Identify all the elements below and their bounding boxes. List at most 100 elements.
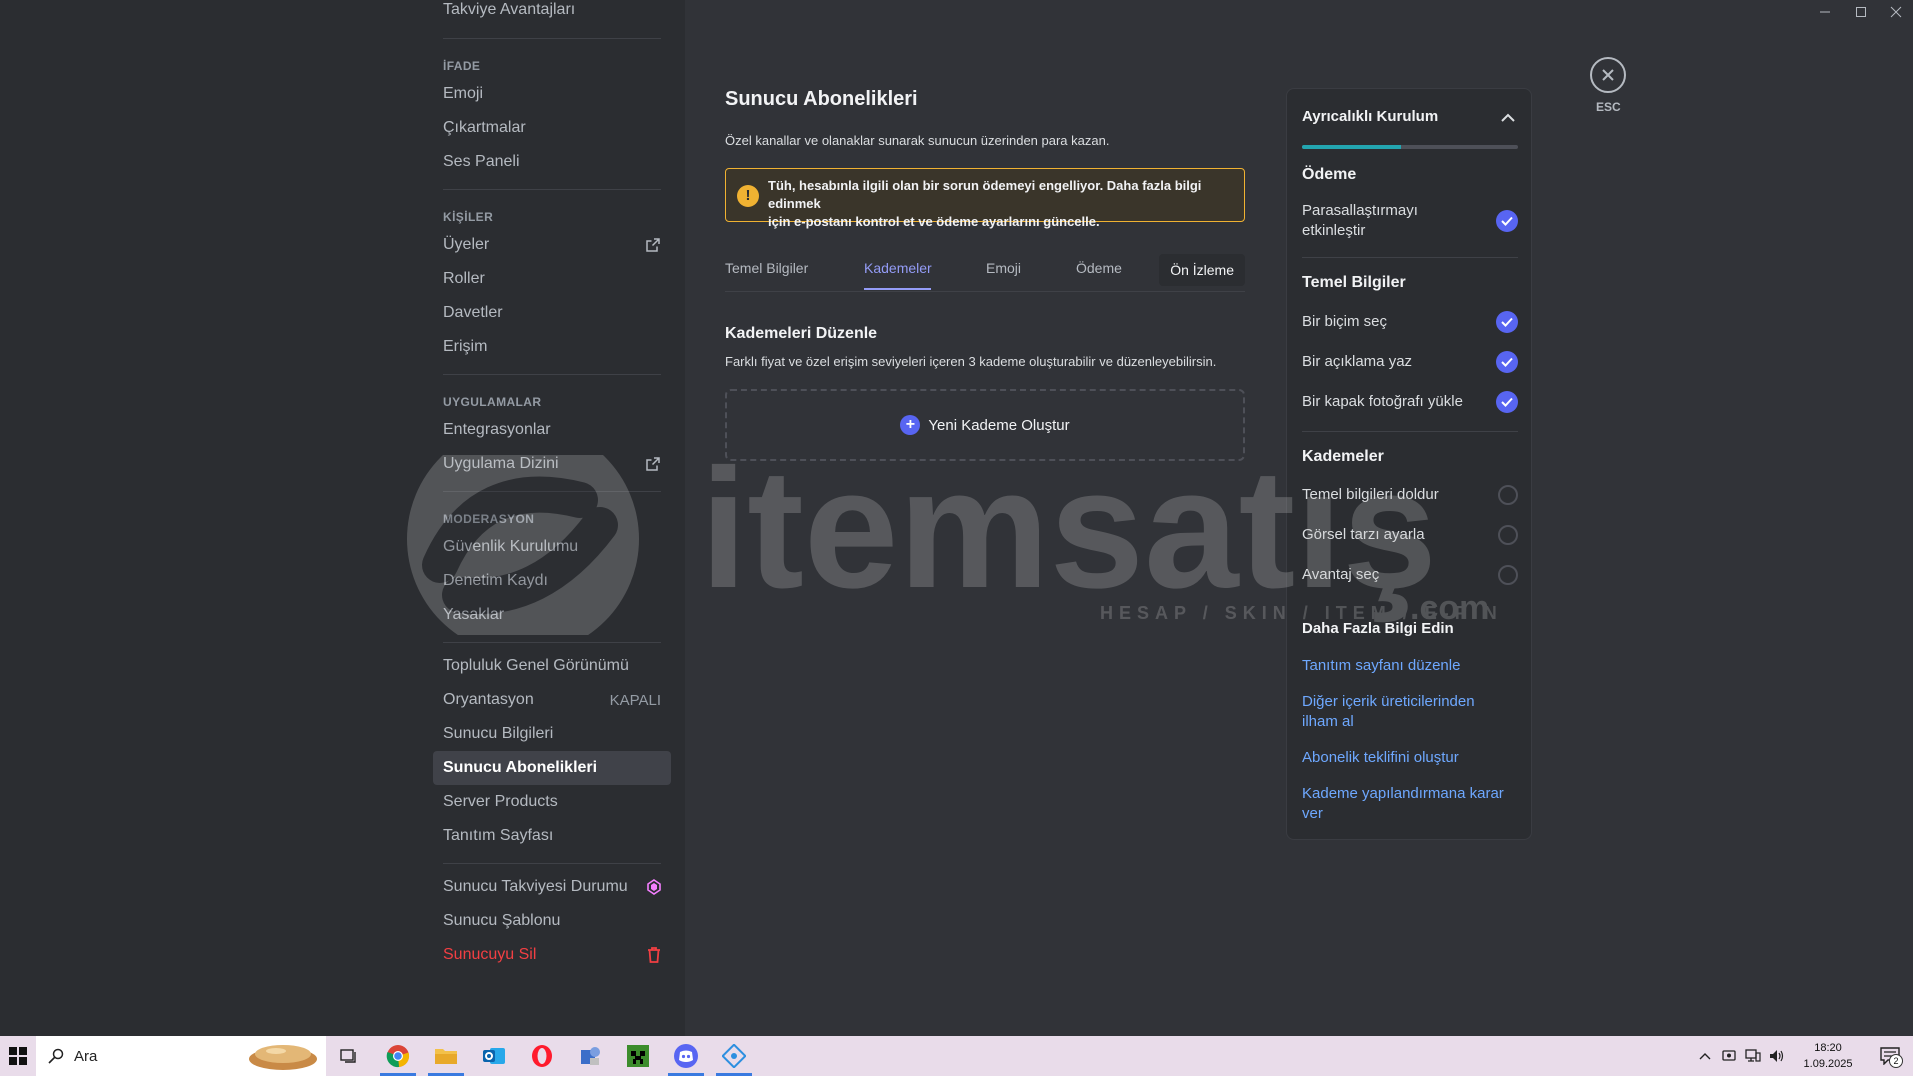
sidebar-item-safety-setup[interactable]: Güvenlik Kurulumu bbox=[433, 530, 671, 564]
checklist-item[interactable]: Görsel tarzı ayarla bbox=[1302, 525, 1518, 545]
tab-basics[interactable]: Temel Bilgiler bbox=[725, 260, 808, 276]
warning-text-line: Tüh, hesabınla ilgili olan bir sorun öde… bbox=[768, 178, 1202, 211]
sidebar-item-access[interactable]: Erişim bbox=[433, 330, 671, 364]
sidebar-item-integrations[interactable]: Entegrasyonlar bbox=[433, 413, 671, 447]
minimize-icon bbox=[1820, 11, 1830, 13]
group-title-payment: Ödeme bbox=[1302, 166, 1357, 183]
tray-meet-button[interactable] bbox=[1717, 1036, 1741, 1076]
checklist-item[interactable]: Temel bilgileri doldur bbox=[1302, 485, 1518, 505]
taskbar-app-minecraft[interactable] bbox=[614, 1036, 662, 1076]
payment-warning-notice: ! Tüh, hesabınla ilgili olan bir sorun ö… bbox=[725, 168, 1245, 229]
sidebar-item-promo-page[interactable]: Tanıtım Sayfası bbox=[433, 819, 671, 853]
minimize-window-button[interactable] bbox=[1812, 2, 1838, 22]
boost-gem-icon bbox=[647, 879, 661, 895]
show-hidden-icons-button[interactable] bbox=[1693, 1036, 1717, 1076]
sidebar-item-soundboard[interactable]: Ses Paneli bbox=[433, 145, 671, 179]
checkmark-icon bbox=[1496, 210, 1518, 232]
taskbar-app-chrome[interactable] bbox=[374, 1036, 422, 1076]
sidebar-item-members[interactable]: Üyeler bbox=[433, 228, 671, 262]
checklist-item-label: Görsel tarzı ayarla bbox=[1302, 526, 1425, 543]
checklist-item[interactable]: Bir biçim seç bbox=[1302, 311, 1518, 333]
maximize-window-button[interactable] bbox=[1848, 2, 1874, 22]
search-placeholder: Ara bbox=[74, 1047, 98, 1065]
sidebar-item-community-overview[interactable]: Topluluk Genel Görünümü bbox=[433, 649, 671, 683]
learn-link-inspiration[interactable]: Diğer içerik üreticilerinden ilham al bbox=[1302, 692, 1512, 732]
server-subscriptions-page: Sunucu Abonelikleri Özel kanallar ve ola… bbox=[725, 0, 1245, 1036]
task-view-icon bbox=[340, 1049, 356, 1063]
section-title: Kademeleri Düzenle bbox=[725, 325, 878, 342]
empty-circle-icon bbox=[1498, 565, 1518, 585]
taskbar-search-box[interactable]: Ara bbox=[36, 1036, 326, 1076]
network-icon bbox=[1745, 1049, 1761, 1062]
tab-preview[interactable]: Ön İzleme bbox=[1159, 254, 1245, 286]
checklist-item[interactable]: Parasallaştırmayı etkinleştir bbox=[1302, 201, 1518, 241]
checklist-item[interactable]: Avantaj seç bbox=[1302, 565, 1518, 585]
start-button[interactable] bbox=[0, 1036, 36, 1076]
create-tier-label: Yeni Kademe Oluştur bbox=[928, 416, 1070, 434]
checklist-item-label: Bir açıklama yaz bbox=[1302, 353, 1413, 370]
sidebar-item-delete-server[interactable]: Sunucuyu Sil bbox=[433, 938, 671, 972]
taskbar-app-outlook[interactable] bbox=[470, 1036, 518, 1076]
checklist-item[interactable]: Bir açıklama yaz bbox=[1302, 351, 1518, 373]
learn-link-edit-promo-page[interactable]: Tanıtım sayfanı düzenle bbox=[1302, 656, 1512, 676]
sidebar-item-invites[interactable]: Davetler bbox=[433, 296, 671, 330]
sidebar-item-onboarding[interactable]: Oryantasyon KAPALI bbox=[433, 683, 671, 717]
trash-icon bbox=[648, 947, 660, 963]
close-settings-button[interactable] bbox=[1590, 57, 1626, 93]
taskbar-app-discord[interactable] bbox=[662, 1036, 710, 1076]
warning-icon: ! bbox=[737, 185, 759, 207]
checklist-item-label: etkinleştir bbox=[1302, 222, 1366, 239]
sidebar-item-emoji[interactable]: Emoji bbox=[433, 77, 671, 111]
system-tray: 18:20 1.09.2025 2 bbox=[1693, 1036, 1913, 1076]
sidebar-item-stickers[interactable]: Çıkartmalar bbox=[433, 111, 671, 145]
sidebar-item-server-subscriptions[interactable]: Sunucu Abonelikleri bbox=[433, 751, 671, 785]
sidebar-divider bbox=[443, 863, 661, 864]
network-app-icon bbox=[722, 1044, 746, 1068]
sidebar-item-bans[interactable]: Yasaklar bbox=[433, 598, 671, 632]
settings-sidebar: Takviye Avantajları İFADE Emoji Çıkartma… bbox=[433, 0, 671, 1036]
sidebar-item-audit-log[interactable]: Denetim Kaydı bbox=[433, 564, 671, 598]
search-highlight-image bbox=[249, 1045, 317, 1070]
sidebar-item-boost-perks[interactable]: Takviye Avantajları bbox=[433, 0, 671, 28]
external-link-icon bbox=[646, 457, 660, 471]
sidebar-item-server-info[interactable]: Sunucu Bilgileri bbox=[433, 717, 671, 751]
taskbar-app-generic[interactable] bbox=[566, 1036, 614, 1076]
close-window-button[interactable] bbox=[1883, 2, 1909, 22]
sidebar-item-app-directory[interactable]: Uygulama Dizini bbox=[433, 447, 671, 481]
sidebar-item-server-template[interactable]: Sunucu Şablonu bbox=[433, 904, 671, 938]
learn-more-title: Daha Fazla Bilgi Edin bbox=[1302, 620, 1454, 637]
taskbar-app-opera[interactable] bbox=[518, 1036, 566, 1076]
warning-text-line: için e-postanı kontrol et ve ödeme ayarl… bbox=[768, 214, 1100, 229]
create-tier-button[interactable]: + Yeni Kademe Oluştur bbox=[725, 389, 1245, 461]
taskbar-app-network[interactable] bbox=[710, 1036, 758, 1076]
outlook-icon bbox=[483, 1048, 505, 1064]
checklist-divider bbox=[1302, 431, 1518, 432]
tray-network-button[interactable] bbox=[1741, 1036, 1765, 1076]
group-title-basics: Temel Bilgiler bbox=[1302, 274, 1406, 291]
tray-volume-button[interactable] bbox=[1765, 1036, 1789, 1076]
opera-icon bbox=[532, 1045, 552, 1067]
checklist-title: Ayrıcalıklı Kurulum bbox=[1302, 108, 1439, 125]
checklist-progress-bar bbox=[1302, 145, 1518, 149]
close-icon bbox=[1602, 69, 1614, 81]
learn-link-create-offer[interactable]: Abonelik teklifini oluştur bbox=[1302, 748, 1512, 768]
onboarding-status: KAPALI bbox=[609, 691, 661, 709]
notification-center-button[interactable]: 2 bbox=[1867, 1036, 1913, 1076]
empty-circle-icon bbox=[1498, 525, 1518, 545]
sidebar-header-expression: İFADE bbox=[443, 59, 481, 73]
sidebar-item-boost-status[interactable]: Sunucu Takviyesi Durumu bbox=[433, 870, 671, 904]
tab-payment[interactable]: Ödeme bbox=[1076, 260, 1122, 276]
maximize-icon bbox=[1856, 7, 1866, 17]
sidebar-item-server-products[interactable]: Server Products bbox=[433, 785, 671, 819]
tab-emoji[interactable]: Emoji bbox=[986, 260, 1021, 276]
checklist-item[interactable]: Bir kapak fotoğrafı yükle bbox=[1302, 391, 1518, 413]
learn-link-tier-structure[interactable]: Kademe yapılandırmana karar ver bbox=[1302, 784, 1512, 824]
task-view-button[interactable] bbox=[326, 1036, 374, 1076]
sidebar-item-roles[interactable]: Roller bbox=[433, 262, 671, 296]
taskbar-clock[interactable]: 18:20 1.09.2025 bbox=[1789, 1040, 1867, 1072]
tab-tiers[interactable]: Kademeler bbox=[864, 260, 932, 276]
subscription-tabs: Temel Bilgiler Kademeler Emoji Ödeme Ön … bbox=[725, 254, 1245, 292]
taskbar-app-explorer[interactable] bbox=[422, 1036, 470, 1076]
chevron-up-icon[interactable] bbox=[1499, 109, 1517, 127]
windows-taskbar: Ara 18:20 1.09.2025 2 bbox=[0, 1036, 1913, 1076]
